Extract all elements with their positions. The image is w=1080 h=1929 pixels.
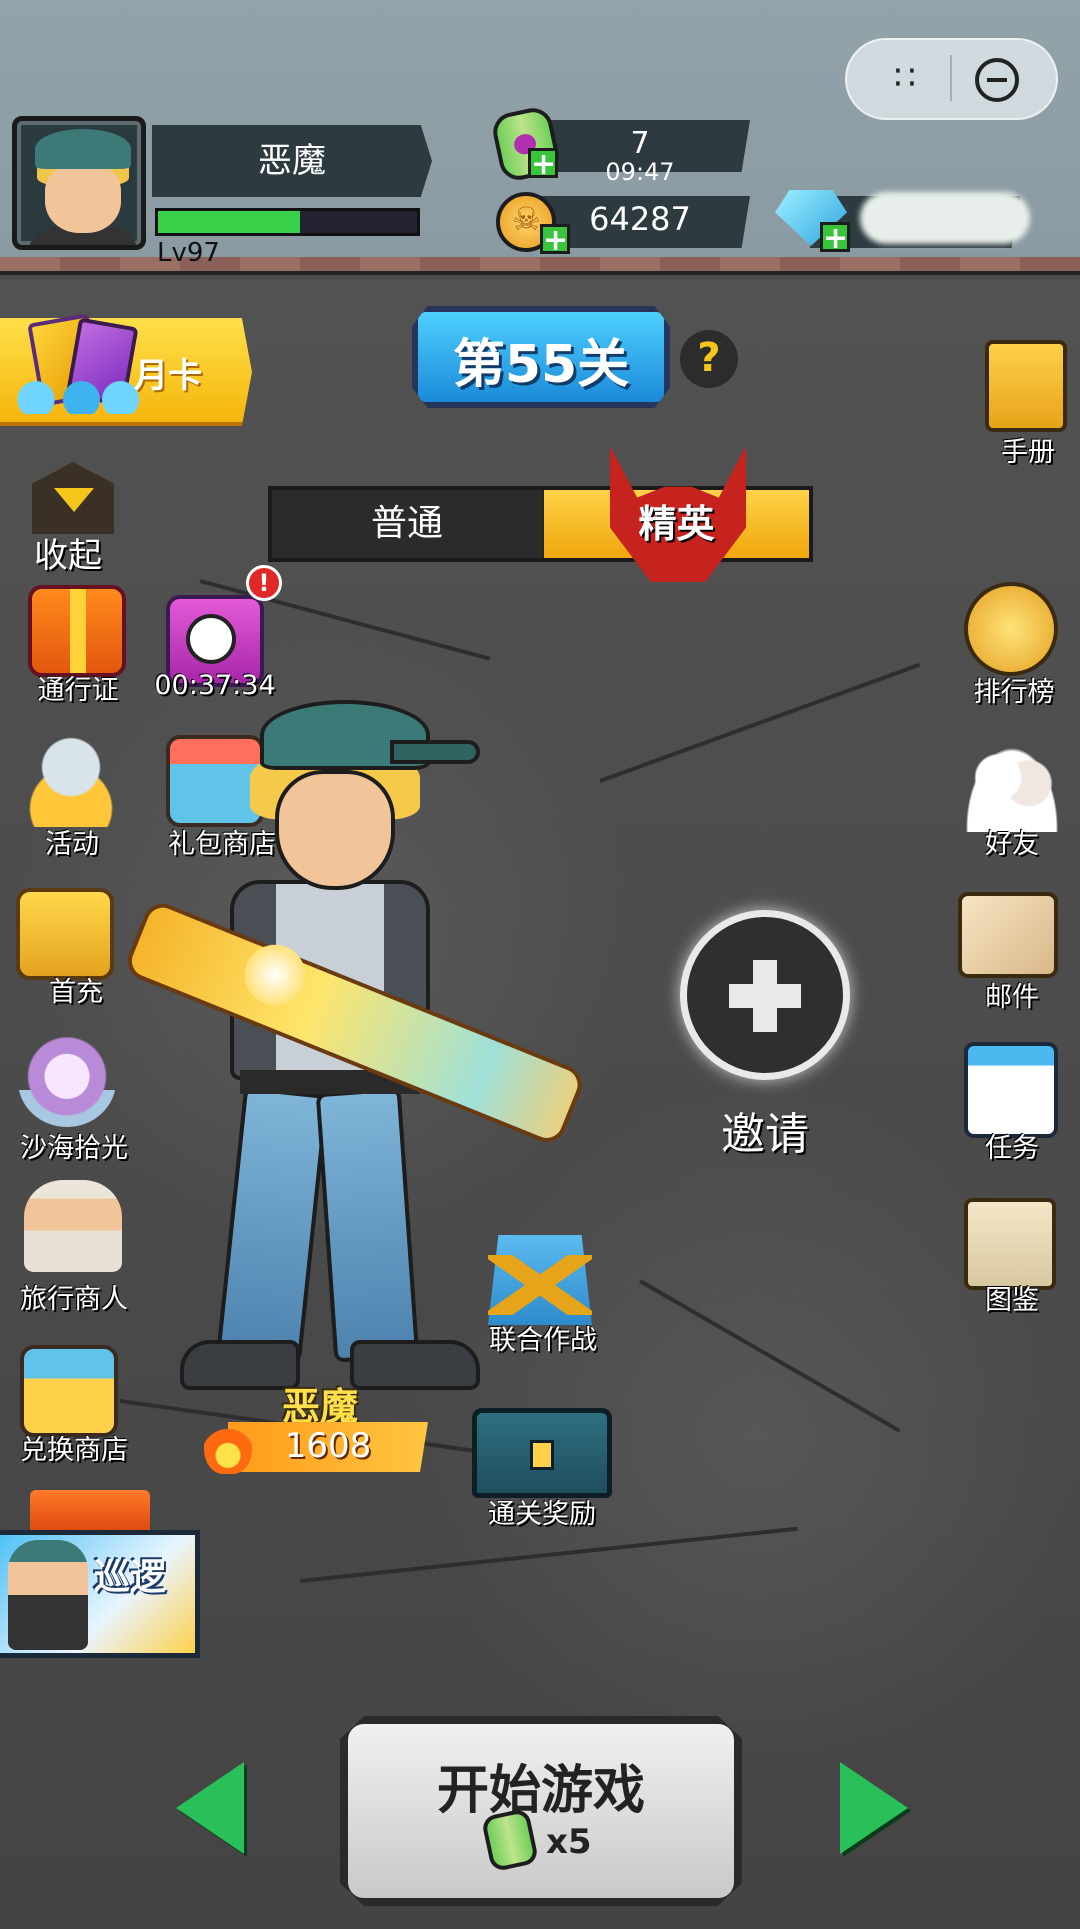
chevron-down-icon: [54, 488, 94, 512]
gem-count-obscured: [860, 192, 1030, 244]
player-name: 恶魔: [152, 125, 432, 197]
coin-count: 64287: [589, 200, 691, 238]
handbook-label: 手册: [1001, 437, 1055, 468]
activity-label: 活动: [45, 829, 99, 860]
floor-crack: [639, 1279, 901, 1433]
player-avatar[interactable]: [12, 116, 146, 250]
first-charge-icon[interactable]: [16, 888, 114, 980]
mail-icon[interactable]: [958, 892, 1058, 978]
alert-badge: !: [246, 565, 282, 601]
add-gems-button[interactable]: +: [820, 222, 850, 254]
co-op-label: 联合作战: [489, 1325, 597, 1356]
gift-box-icon: [30, 1490, 150, 1530]
month-card-label: 月卡: [134, 356, 202, 396]
flame-icon: [204, 1412, 252, 1474]
plus-icon: [729, 984, 801, 1008]
close-miniapp-icon[interactable]: [975, 58, 1019, 102]
avatar-face: [45, 163, 121, 233]
character-leg: [216, 1086, 329, 1364]
start-game-label: 开始游戏: [436, 1761, 645, 1821]
codex-icon[interactable]: [964, 1198, 1056, 1290]
floor-crack: [299, 1526, 798, 1583]
mail-label: 邮件: [985, 982, 1039, 1013]
patrol-character-icon: [8, 1540, 88, 1650]
rifle-core-glow: [240, 940, 310, 1010]
energy-timer: 09:47: [605, 158, 675, 186]
help-button[interactable]: ?: [680, 330, 738, 388]
level-title: 第55关: [452, 335, 630, 395]
merchant-icon[interactable]: [24, 1180, 122, 1272]
friends-label: 好友: [985, 829, 1039, 860]
pearl-shell-icon[interactable]: [18, 1035, 116, 1127]
clock-icon: [186, 614, 236, 664]
character-cap-brim: [390, 740, 480, 764]
exchange-shop-icon[interactable]: [20, 1345, 118, 1437]
tab-elite-label: 精英: [638, 502, 715, 546]
previous-level-arrow[interactable]: [176, 1762, 244, 1854]
gems-pile-icon: [10, 378, 140, 414]
add-energy-button[interactable]: +: [528, 148, 558, 180]
player-level: Lv97: [157, 238, 220, 268]
start-cost: x5: [546, 1822, 592, 1862]
codex-label: 图鉴: [985, 1285, 1039, 1316]
character-face: [275, 770, 395, 890]
friends-icon[interactable]: [966, 748, 1058, 832]
xp-bar-fill: [158, 211, 300, 233]
handbook-icon[interactable]: [985, 340, 1067, 432]
patrol-label: 巡逻: [94, 1557, 167, 1598]
sea-event-label: 沙海拾光: [20, 1133, 128, 1164]
collapse-label: 收起: [34, 536, 102, 576]
activity-icon[interactable]: [22, 735, 120, 827]
ranking-label: 排行榜: [973, 677, 1055, 708]
chest-lock-icon: [530, 1440, 554, 1470]
next-level-arrow[interactable]: [840, 1762, 908, 1854]
combat-power: 1608: [284, 1426, 372, 1466]
ranking-icon[interactable]: [964, 582, 1058, 676]
battle-pass-icon[interactable]: [28, 585, 126, 677]
merchant-label: 旅行商人: [20, 1284, 128, 1315]
energy-count: 7: [630, 126, 650, 161]
clear-reward-label: 通关奖励: [488, 1499, 596, 1530]
character-leg: [315, 1087, 420, 1363]
crossed-guns-icon: [488, 1255, 592, 1315]
tab-normal[interactable]: 普通: [272, 490, 542, 558]
tasks-label: 任务: [985, 1133, 1039, 1164]
battle-pass-label: 通行证: [37, 675, 119, 706]
exchange-shop-label: 兑换商店: [20, 1435, 128, 1466]
tasks-calendar-icon[interactable]: [964, 1042, 1058, 1138]
add-coins-button[interactable]: +: [540, 224, 570, 256]
first-charge-label: 首充: [49, 977, 103, 1008]
capsule-divider: [950, 55, 952, 101]
floor-crack: [599, 662, 921, 783]
avatar-cap: [35, 129, 131, 169]
more-options-icon[interactable]: ∷: [880, 58, 930, 98]
invite-label: 邀请: [721, 1109, 809, 1160]
